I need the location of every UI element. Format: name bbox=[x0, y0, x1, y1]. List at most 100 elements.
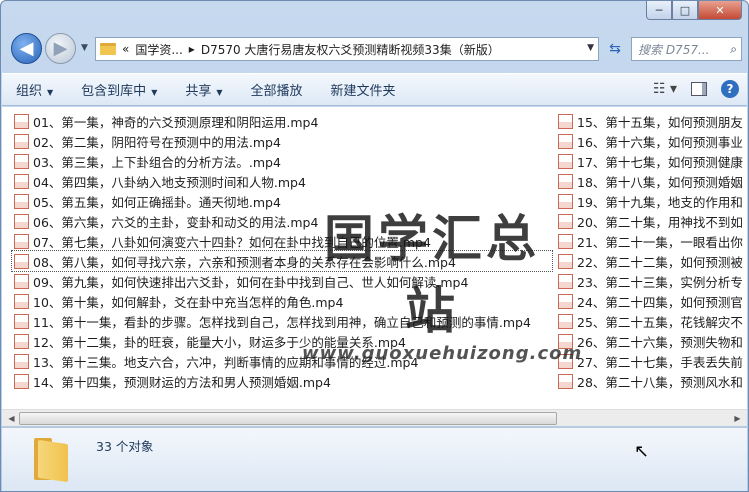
video-file-icon bbox=[14, 233, 29, 249]
file-item[interactable]: 11、第十一集，看卦的步骤。怎样找到自己，怎样找到用神，确立自己和预测的事情.m… bbox=[12, 311, 552, 331]
file-name: 18、第十八集，如何预测婚姻 bbox=[577, 174, 743, 190]
command-bar: 组织 ▼ 包含到库中 ▼ 共享 ▼ 全部播放 新建文件夹 ☷ ▾ ? bbox=[2, 73, 747, 106]
share-button[interactable]: 共享 ▼ bbox=[171, 80, 236, 99]
file-item[interactable]: 04、第四集，八卦纳入地支预测时间和人物.mp4 bbox=[12, 171, 552, 191]
caption-buttons: ─ □ ✕ bbox=[646, 1, 742, 20]
file-name: 17、第十七集，如何预测健康 bbox=[577, 154, 743, 170]
help-icon[interactable]: ? bbox=[721, 80, 739, 98]
file-item[interactable]: 24、第二十四集，如何预测官 bbox=[556, 291, 747, 311]
view-options-icon[interactable]: ☷ ▾ bbox=[653, 81, 677, 97]
video-file-icon bbox=[558, 373, 573, 389]
forward-button[interactable]: ▶ bbox=[45, 33, 76, 64]
scroll-left-icon[interactable]: ◀ bbox=[4, 412, 19, 425]
file-name: 20、第二十集，用神找不到如 bbox=[577, 214, 743, 230]
file-name: 13、第十三集。地支六合，六冲，判断事情的应期和事情的经过.mp4 bbox=[33, 354, 419, 370]
file-item[interactable]: 07、第七集，八卦如何演变六十四卦？如何在卦中找到自己的位置.mp4 bbox=[12, 231, 552, 251]
preview-pane-icon[interactable] bbox=[691, 82, 707, 96]
file-item[interactable]: 01、第一集，神奇的六爻预测原理和阴阳运用.mp4 bbox=[12, 111, 552, 131]
file-item[interactable]: 19、第十九集，地支的作用和 bbox=[556, 191, 747, 211]
file-item[interactable]: 14、第十四集，预测财运的方法和男人预测婚姻.mp4 bbox=[12, 371, 552, 391]
breadcrumb-separator-icon[interactable]: ▸ bbox=[189, 42, 195, 56]
file-name: 27、第二十七集，手表丢失前 bbox=[577, 354, 743, 370]
history-dropdown-icon[interactable]: ▼ bbox=[81, 43, 88, 53]
file-name: 10、第十集，如何解卦，爻在卦中充当怎样的角色.mp4 bbox=[33, 294, 344, 310]
file-item[interactable]: 16、第十六集，如何预测事业 bbox=[556, 131, 747, 151]
explorer-window: ─ □ ✕ ◀ ▶ ▼ « 国学资... ▸ D7570 大唐行易唐友权六爻预测… bbox=[0, 0, 749, 492]
video-file-icon bbox=[558, 113, 573, 129]
file-item[interactable]: 13、第十三集。地支六合，六冲，判断事情的应期和事情的经过.mp4 bbox=[12, 351, 552, 371]
minimize-button[interactable]: ─ bbox=[646, 1, 672, 20]
file-name: 15、第十五集，如何预测朋友 bbox=[577, 114, 743, 130]
file-item[interactable]: 27、第二十七集，手表丢失前 bbox=[556, 351, 747, 371]
chevron-down-icon: ▼ bbox=[216, 88, 223, 97]
address-bar[interactable]: « 国学资... ▸ D7570 大唐行易唐友权六爻预测精断视频33集（新版） … bbox=[95, 37, 599, 61]
file-name: 22、第二十二集，如何预测被 bbox=[577, 254, 743, 270]
file-item[interactable]: 02、第二集，阴阳符号在预测中的用法.mp4 bbox=[12, 131, 552, 151]
include-in-library-button[interactable]: 包含到库中 ▼ bbox=[67, 80, 171, 99]
file-item[interactable]: 03、第三集，上下卦组合的分析方法。.mp4 bbox=[12, 151, 552, 171]
play-all-button[interactable]: 全部播放 bbox=[237, 80, 317, 99]
video-file-icon bbox=[14, 193, 29, 209]
video-file-icon bbox=[558, 253, 573, 269]
back-button[interactable]: ◀ bbox=[11, 33, 42, 64]
video-file-icon bbox=[14, 253, 29, 269]
video-file-icon bbox=[558, 273, 573, 289]
file-item[interactable]: 18、第十八集，如何预测婚姻 bbox=[556, 171, 747, 191]
file-item[interactable]: 17、第十七集，如何预测健康 bbox=[556, 151, 747, 171]
mouse-cursor-icon: ↖ bbox=[634, 441, 650, 462]
file-item[interactable]: 12、第十二集，卦的旺衰，能量大小，财运多于少的能量关系.mp4 bbox=[12, 331, 552, 351]
file-item[interactable]: 26、第二十六集，预测失物和 bbox=[556, 331, 747, 351]
file-item[interactable]: 06、第六集，六爻的主卦，变卦和动爻的用法.mp4 bbox=[12, 211, 552, 231]
file-name: 19、第十九集，地支的作用和 bbox=[577, 194, 743, 210]
folder-icon bbox=[100, 43, 116, 55]
file-name: 01、第一集，神奇的六爻预测原理和阴阳运用.mp4 bbox=[33, 114, 319, 130]
video-file-icon bbox=[14, 213, 29, 229]
file-item[interactable]: 05、第五集，如何正确摇卦。通天彻地.mp4 bbox=[12, 191, 552, 211]
file-item[interactable]: 21、第二十一集，一眼看出你 bbox=[556, 231, 747, 251]
video-file-icon bbox=[558, 153, 573, 169]
video-file-icon bbox=[558, 333, 573, 349]
file-name: 05、第五集，如何正确摇卦。通天彻地.mp4 bbox=[33, 194, 281, 210]
video-file-icon bbox=[558, 313, 573, 329]
horizontal-scrollbar[interactable]: ◀ ▶ bbox=[2, 409, 747, 426]
video-file-icon bbox=[14, 353, 29, 369]
folder-icon bbox=[30, 436, 76, 483]
file-column-right: 15、第十五集，如何预测朋友 16、第十六集，如何预测事业 17、第十七集，如何预测… bbox=[556, 111, 747, 391]
file-name: 07、第七集，八卦如何演变六十四卦？如何在卦中找到自己的位置.mp4 bbox=[33, 234, 431, 250]
file-name: 14、第十四集，预测财运的方法和男人预测婚姻.mp4 bbox=[33, 374, 331, 390]
organize-button[interactable]: 组织 ▼ bbox=[2, 80, 67, 99]
file-item[interactable]: 22、第二十二集，如何预测被 bbox=[556, 251, 747, 271]
file-name: 21、第二十一集，一眼看出你 bbox=[577, 234, 743, 250]
file-item[interactable]: 20、第二十集，用神找不到如 bbox=[556, 211, 747, 231]
file-item[interactable]: 09、第九集，如何快速排出六爻卦，如何在卦中找到自己、世人如何解读.mp4 bbox=[12, 271, 552, 291]
file-item[interactable]: 08、第八集，如何寻找六亲，六亲和预测者本身的关系存在会影响什么.mp4 bbox=[11, 250, 553, 272]
file-item[interactable]: 10、第十集，如何解卦，爻在卦中充当怎样的角色.mp4 bbox=[12, 291, 552, 311]
video-file-icon bbox=[14, 313, 29, 329]
maximize-button[interactable]: □ bbox=[672, 1, 698, 20]
close-button[interactable]: ✕ bbox=[698, 1, 742, 20]
breadcrumb-overflow[interactable]: « bbox=[122, 42, 129, 56]
address-dropdown-icon[interactable]: ▼ bbox=[587, 43, 594, 53]
scroll-right-icon[interactable]: ▶ bbox=[730, 412, 745, 425]
video-file-icon bbox=[558, 233, 573, 249]
file-list: 01、第一集，神奇的六爻预测原理和阴阳运用.mp4 02、第二集，阴阳符号在预测中… bbox=[2, 107, 747, 409]
file-name: 11、第十一集，看卦的步骤。怎样找到自己，怎样找到用神，确立自己和预测的事情.m… bbox=[33, 314, 531, 330]
chevron-down-icon: ▼ bbox=[151, 88, 158, 97]
scrollbar-thumb[interactable] bbox=[19, 412, 557, 425]
breadcrumb-current[interactable]: D7570 大唐行易唐友权六爻预测精断视频33集（新版） bbox=[201, 41, 500, 58]
back-arrow-icon: ◀ bbox=[19, 38, 34, 59]
breadcrumb-parent[interactable]: 国学资... bbox=[135, 41, 182, 58]
video-file-icon bbox=[14, 273, 29, 289]
file-name: 03、第三集，上下卦组合的分析方法。.mp4 bbox=[33, 154, 281, 170]
file-item[interactable]: 28、第二十八集，预测风水和 bbox=[556, 371, 747, 391]
new-folder-button[interactable]: 新建文件夹 bbox=[317, 80, 410, 99]
search-icon[interactable]: ⌕ bbox=[730, 42, 737, 57]
search-input[interactable]: 搜索 D757... ⌕ bbox=[631, 37, 742, 61]
video-file-icon bbox=[14, 293, 29, 309]
refresh-button[interactable]: ⇆ bbox=[603, 37, 627, 61]
chevron-down-icon: ▼ bbox=[47, 88, 54, 97]
file-item[interactable]: 25、第二十五集，花钱解灾不 bbox=[556, 311, 747, 331]
file-name: 28、第二十八集，预测风水和 bbox=[577, 374, 743, 390]
file-item[interactable]: 15、第十五集，如何预测朋友 bbox=[556, 111, 747, 131]
file-item[interactable]: 23、第二十三集，实例分析专 bbox=[556, 271, 747, 291]
